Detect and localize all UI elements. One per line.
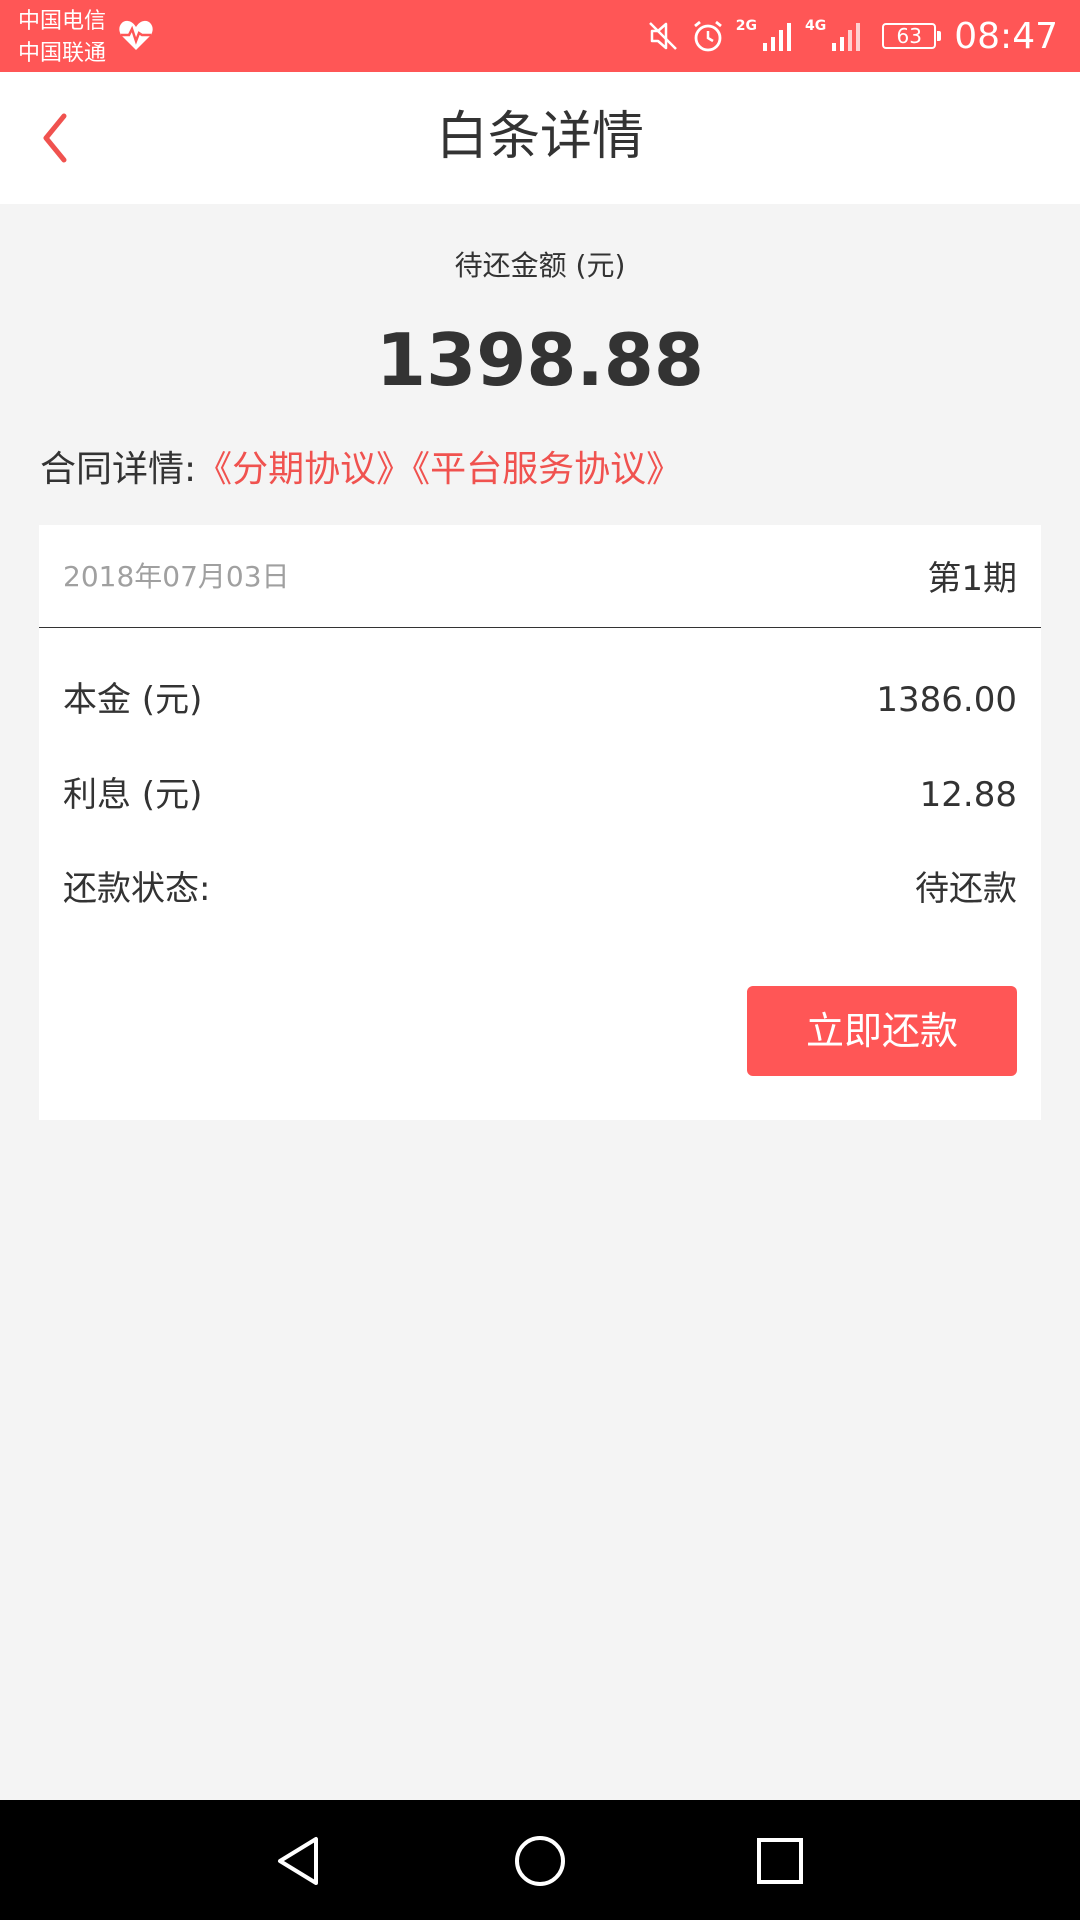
repayment-status-row: 还款状态: 待还款 [63, 864, 1017, 914]
platform-service-agreement-link[interactable]: 《平台服务协议》 [412, 449, 682, 490]
signal-icon [763, 23, 792, 51]
interest-value: 12.88 [919, 775, 1017, 815]
battery-icon: 63 [882, 23, 942, 49]
repayment-status-label: 还款状态: [63, 869, 211, 909]
contract-details: 合同详情:《分期协议》《平台服务协议》 [40, 444, 682, 496]
carrier-1: 中国电信 [18, 9, 107, 34]
app-header: 白条详情 [0, 72, 1080, 204]
home-circle-icon[interactable] [512, 1833, 568, 1889]
page-title: 白条详情 [435, 107, 644, 167]
bill-period: 第1期 [927, 559, 1017, 599]
battery-level: 63 [896, 24, 922, 48]
status-time: 08:47 [954, 15, 1058, 57]
principal-label: 本金 (元) [63, 680, 203, 720]
mute-icon [648, 22, 677, 50]
carrier-info: 中国电信 中国联通 [18, 6, 106, 70]
installment-agreement-link[interactable]: 《分期协议》 [196, 449, 412, 490]
amount-value: 1398.88 [376, 318, 704, 402]
bill-date: 2018年07月03日 [63, 560, 290, 593]
alarm-icon [693, 20, 722, 52]
contract-label: 合同详情: [40, 449, 197, 490]
amount-label: 待还金额 (元) [454, 249, 626, 282]
interest-row: 利息 (元) 12.88 [63, 770, 1017, 820]
system-nav-bar [0, 1800, 1080, 1920]
bill-card: 2018年07月03日 第1期 本金 (元) 1386.00 利息 (元) 12… [39, 525, 1041, 1120]
carrier-2: 中国联通 [18, 41, 107, 66]
network-2g: 2G [735, 18, 758, 34]
network-4g: 4G [805, 18, 827, 34]
principal-value: 1386.00 [876, 680, 1017, 720]
status-icons: 2G 4G 63 08:47 [646, 0, 1058, 72]
recents-square-icon[interactable] [752, 1833, 808, 1889]
screen: 中国电信 中国联通 2G 4G 63 08:47 白条详情 待还金额 (元) 1… [0, 0, 1080, 1920]
signal-icon [832, 23, 861, 51]
pay-now-button[interactable]: 立即还款 [747, 986, 1017, 1076]
heart-pulse-icon [119, 20, 153, 50]
back-triangle-icon[interactable] [272, 1833, 328, 1889]
repayment-status-value: 待还款 [915, 869, 1017, 909]
principal-row: 本金 (元) 1386.00 [63, 675, 1017, 725]
status-bar: 中国电信 中国联通 2G 4G 63 08:47 [0, 0, 1080, 72]
bill-card-header: 2018年07月03日 第1期 [39, 525, 1041, 628]
interest-label: 利息 (元) [63, 775, 203, 815]
